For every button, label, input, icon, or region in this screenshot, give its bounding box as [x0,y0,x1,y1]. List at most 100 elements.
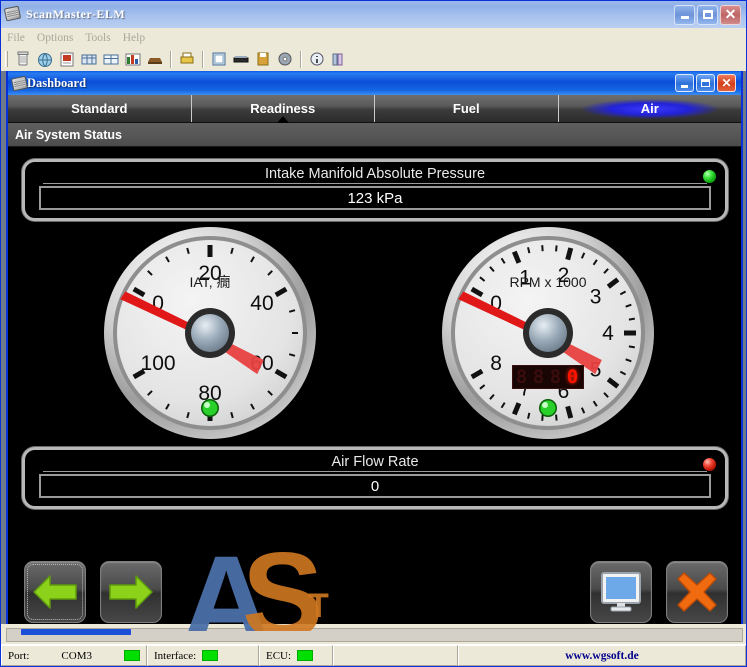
map-status-led [703,170,716,183]
air-flow-rate-title: Air Flow Rate [25,454,725,470]
air-flow-rate-panel: Air Flow Rate 0 [22,447,728,509]
mdi-client-area: Dashboard ✕ Standard Readiness Fuel [1,71,746,644]
svg-text:3: 3 [590,285,602,308]
map-title: Intake Manifold Absolute Pressure [25,166,725,182]
status-website-link[interactable]: www.wgsoft.de [565,650,638,662]
rpm-gauge: 012345678 RPM x 1000 8880 [440,225,656,441]
books-icon[interactable] [329,49,349,69]
info-icon[interactable] [307,49,327,69]
status-bar: Port: COM3 Interface: ECU: www.wgsoft.de [1,644,746,666]
status-port: Port: COM3 [1,645,147,666]
air-flow-rate-status-led [703,458,716,471]
app-close-button[interactable]: ✕ [720,5,741,25]
iat-gauge: 020406080100 IAT, 癇 [102,225,318,441]
status-interface: Interface: [147,645,259,666]
svg-text:8: 8 [490,352,502,375]
scanner-icon[interactable] [231,49,251,69]
trash-icon[interactable] [13,49,33,69]
preview-icon[interactable] [209,49,229,69]
dashboard-body: A S T Auto Scanner Tool Intake Manifold … [8,147,741,631]
rpm-digit: 8 [531,367,546,387]
globe-icon[interactable] [35,49,55,69]
rpm-digit: 8 [548,367,563,387]
dashboard-restore-button[interactable] [696,74,715,92]
tab-indicator-arrow [277,116,289,123]
rpm-gauge-label: RPM x 1000 [509,274,586,290]
tab-readiness[interactable]: Readiness [192,95,376,122]
status-port-value: COM3 [61,650,92,662]
cd-icon[interactable] [275,49,295,69]
monitor-icon [598,570,644,614]
app-maximize-button[interactable] [697,5,718,25]
air-system-status-header: Air System Status [8,123,741,147]
tab-fuel-label: Fuel [453,101,480,116]
table-icon[interactable] [79,49,99,69]
app-toolbar [1,47,746,71]
close-dashboard-button[interactable] [666,561,728,623]
app-titlebar: ScanMaster-ELM ✕ [1,1,746,28]
rpm-digit: 0 [565,367,580,387]
menu-tools[interactable]: Tools [85,32,119,44]
tab-readiness-label: Readiness [250,101,315,116]
printer-icon[interactable] [177,49,197,69]
intake-manifold-absolute-pressure-panel: Intake Manifold Absolute Pressure 123 kP… [22,159,728,221]
save-icon[interactable] [253,49,273,69]
app-minimize-button[interactable] [674,5,695,25]
status-interface-label: Interface: [154,650,196,662]
rpm-digital-display: 8880 [512,365,584,389]
app-menubar: File Options Tools Help [1,28,746,47]
status-interface-lamp [202,650,218,661]
status-ecu-label: ECU: [266,650,291,662]
svg-text:4: 4 [602,322,614,345]
next-button[interactable] [100,561,162,623]
app-title: ScanMaster-ELM [26,7,674,22]
iat-gauge-label: IAT, 癇 [190,274,231,290]
dashboard-tabs: Standard Readiness Fuel Air [8,95,741,123]
air-flow-rate-value: 0 [39,474,711,498]
status-ecu: ECU: [259,645,333,666]
tab-standard[interactable]: Standard [8,95,192,122]
map-divider [43,183,707,184]
monitor-button[interactable] [590,561,652,623]
menu-options[interactable]: Options [37,32,82,44]
status-ecu-lamp [297,650,313,661]
chart-icon[interactable] [123,49,143,69]
previous-button[interactable] [24,561,86,623]
dashboard-title: Dashboard [27,76,675,91]
svg-text:40: 40 [250,292,273,315]
app-window-controls: ✕ [674,5,741,25]
tab-air[interactable]: Air [559,95,742,122]
menu-help[interactable]: Help [123,32,154,44]
dashboard-titlebar: Dashboard ✕ [8,71,741,95]
application-window: ScanMaster-ELM ✕ File Options Tools Help [0,0,747,667]
status-port-lamp [124,650,140,661]
status-blank-cell [333,645,458,666]
grid-icon[interactable] [101,49,121,69]
arrow-left-icon [32,571,78,613]
tab-standard-label: Standard [71,101,127,116]
status-port-label: Port: [8,650,29,662]
afr-divider [43,471,707,472]
dashboard-window: Dashboard ✕ Standard Readiness Fuel [6,71,743,633]
app-icon [5,7,21,23]
dashboard-button-bar [8,553,741,631]
car-icon[interactable] [145,49,165,69]
dashboard-icon [12,77,27,90]
svg-text:100: 100 [141,352,176,375]
report-icon[interactable] [57,49,77,69]
rpm-digit: 8 [514,367,529,387]
dashboard-close-button[interactable]: ✕ [717,74,736,92]
cross-icon [675,570,719,614]
toolbar-separator [202,51,204,68]
dashboard-minimize-button[interactable] [675,74,694,92]
air-system-status-label: Air System Status [15,128,122,142]
toolbar-grip[interactable] [5,51,8,67]
toolbar-separator [170,51,172,68]
tab-fuel[interactable]: Fuel [375,95,559,122]
status-website[interactable]: www.wgsoft.de [458,645,746,666]
map-value: 123 kPa [39,186,711,210]
dashboard-window-controls: ✕ [675,74,736,92]
toolbar-separator [300,51,302,68]
menu-file[interactable]: File [7,32,34,44]
arrow-right-icon [108,571,154,613]
